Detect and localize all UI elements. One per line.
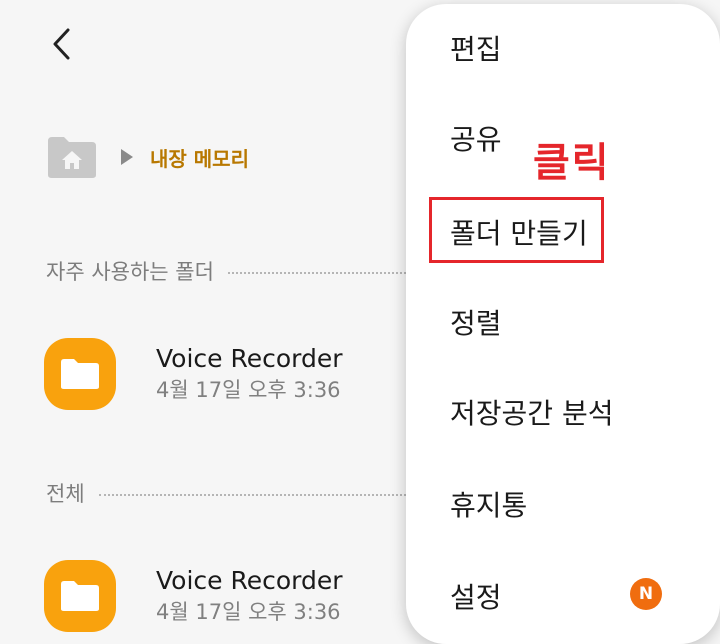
file-name: Voice Recorder (156, 566, 343, 595)
breadcrumb-location[interactable]: 내장 메모리 (150, 143, 249, 172)
folder-icon (44, 338, 116, 410)
click-annotation: 클릭 (533, 140, 611, 186)
section-header-all: 전체 (46, 478, 446, 508)
file-date: 4월 17일 오후 3:36 (156, 600, 341, 624)
menu-item-trash[interactable]: 휴지통 (450, 486, 527, 526)
back-button[interactable] (40, 22, 84, 66)
menu-item-storage-analysis[interactable]: 저장공간 분석 (450, 394, 613, 434)
menu-item-sort[interactable]: 정렬 (450, 304, 502, 344)
list-item[interactable]: Voice Recorder 4월 17일 오후 3:36 (44, 556, 424, 636)
breadcrumb: 내장 메모리 (46, 134, 249, 180)
caret-right-icon (120, 147, 134, 167)
home-folder-icon[interactable] (46, 134, 98, 180)
menu-item-edit[interactable]: 편집 (450, 30, 502, 70)
section-title: 자주 사용하는 폴더 (46, 260, 214, 284)
section-header-frequent: 자주 사용하는 폴더 (46, 256, 446, 286)
highlight-box (429, 197, 604, 263)
list-item[interactable]: Voice Recorder 4월 17일 오후 3:36 (44, 334, 424, 414)
chevron-left-icon (53, 28, 70, 60)
file-date: 4월 17일 오후 3:36 (156, 378, 341, 402)
section-divider (98, 494, 446, 496)
overflow-menu: 편집 공유 폴더 만들기 정렬 저장공간 분석 휴지통 설정 (406, 4, 720, 644)
menu-item-settings[interactable]: 설정 (450, 578, 502, 618)
menu-item-share[interactable]: 공유 (450, 120, 502, 160)
file-name: Voice Recorder (156, 344, 343, 373)
folder-icon (44, 560, 116, 632)
new-badge: N (630, 578, 662, 610)
section-title: 전체 (46, 482, 85, 506)
